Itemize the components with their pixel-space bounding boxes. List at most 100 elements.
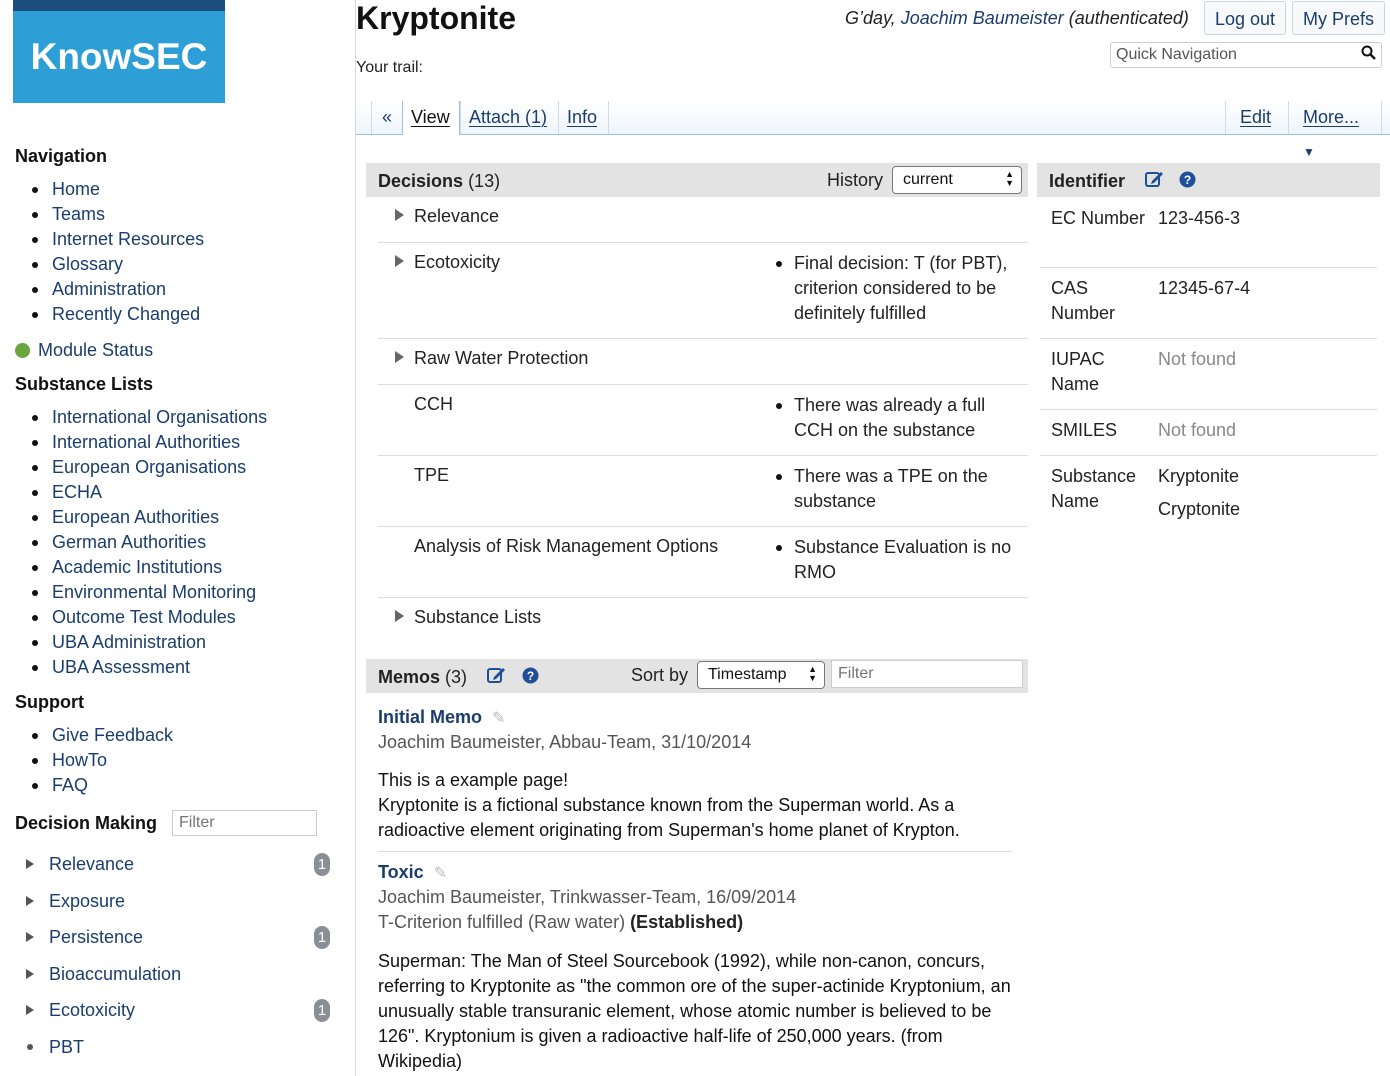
expand-triangle-icon[interactable] bbox=[395, 209, 404, 221]
substance-list-item[interactable]: International Organisations bbox=[32, 405, 267, 430]
decision-item-pbt[interactable]: PBT bbox=[24, 1029, 334, 1066]
tab-view[interactable]: View bbox=[402, 101, 460, 135]
decision-note: Substance Evaluation is no RMO bbox=[776, 535, 1024, 585]
select-arrows-icon: ▲ ▼ bbox=[808, 664, 817, 683]
decision-row[interactable]: Relevance bbox=[378, 197, 1028, 243]
knowsec-logo[interactable]: KnowSEC bbox=[13, 0, 225, 103]
decision-item-bioaccumulation[interactable]: Bioaccumulation bbox=[24, 956, 334, 993]
help-icon[interactable]: ? bbox=[522, 667, 539, 689]
decision-row: Analysis of Risk Management Options Subs… bbox=[378, 527, 1028, 598]
tab-edit[interactable]: Edit bbox=[1225, 101, 1288, 134]
decision-item-ecotoxicity[interactable]: Ecotoxicity 1 bbox=[24, 992, 334, 1029]
trail-label: Your trail: bbox=[356, 59, 423, 76]
support-item-give-feedback[interactable]: Give Feedback bbox=[32, 723, 173, 748]
expand-triangle-icon[interactable] bbox=[395, 610, 404, 622]
decision-label: CCH bbox=[414, 394, 453, 414]
memo-title-link[interactable]: Initial Memo ✎ bbox=[378, 707, 505, 728]
collapse-tab[interactable]: « bbox=[371, 101, 402, 134]
decision-label: Analysis of Risk Management Options bbox=[414, 536, 719, 556]
decision-label: TPE bbox=[414, 465, 450, 485]
quick-navigation-input[interactable]: Quick Navigation bbox=[1110, 42, 1382, 68]
identifier-key: EC Number bbox=[1051, 208, 1146, 228]
substance-list-item[interactable]: ECHA bbox=[32, 480, 267, 505]
module-status-link[interactable]: Module Status bbox=[15, 338, 153, 362]
substance-list-item[interactable]: Outcome Test Modules bbox=[32, 605, 267, 630]
tab-attach[interactable]: Attach (1) bbox=[460, 101, 558, 134]
memo-filter-input[interactable] bbox=[831, 660, 1023, 688]
decision-row[interactable]: Ecotoxicity Final decision: T (for PBT),… bbox=[378, 243, 1028, 339]
greeting-prefix: G’day, bbox=[845, 8, 901, 28]
edit-icon[interactable] bbox=[1145, 170, 1165, 193]
substance-list-item[interactable]: UBA Assessment bbox=[32, 655, 267, 680]
decision-row[interactable]: Substance Lists bbox=[378, 598, 1028, 644]
substance-list-item[interactable]: Environmental Monitoring bbox=[32, 580, 267, 605]
nav-item-glossary[interactable]: Glossary bbox=[32, 252, 204, 277]
tab-more[interactable]: More... ▼ bbox=[1288, 101, 1382, 159]
identifier-key: SMILES bbox=[1051, 420, 1118, 440]
substance-list-item[interactable]: Academic Institutions bbox=[32, 555, 267, 580]
nav-item-home[interactable]: Home bbox=[32, 177, 204, 202]
pencil-icon[interactable]: ✎ bbox=[434, 865, 447, 882]
edit-icon[interactable] bbox=[487, 666, 507, 689]
module-status-label: Module Status bbox=[38, 340, 154, 360]
svg-text:?: ? bbox=[1184, 173, 1191, 187]
substance-list-item[interactable]: UBA Administration bbox=[32, 630, 267, 655]
identifier-value: Not found bbox=[1158, 420, 1237, 440]
user-name-link[interactable]: Joachim Baumeister bbox=[901, 8, 1064, 28]
decision-label: Ecotoxicity bbox=[414, 252, 501, 272]
nav-item-internet-resources[interactable]: Internet Resources bbox=[32, 227, 204, 252]
sort-select[interactable]: Timestamp ▲ ▼ bbox=[697, 661, 825, 689]
identifier-key: CAS Number bbox=[1051, 278, 1116, 323]
decision-item-relevance[interactable]: Relevance 1 bbox=[24, 846, 334, 883]
tab-bar: « View Attach (1) Info Edit More... ▼ bbox=[356, 101, 1390, 159]
nav-item-recently-changed[interactable]: Recently Changed bbox=[32, 302, 204, 327]
auth-status: (authenticated) bbox=[1063, 8, 1189, 28]
identifier-row: CAS Number 12345-67-4 bbox=[1040, 268, 1377, 339]
identifier-value: 12345-67-4 bbox=[1158, 278, 1251, 298]
expand-triangle-icon[interactable] bbox=[26, 895, 34, 906]
search-icon[interactable] bbox=[1361, 45, 1376, 65]
pencil-icon[interactable]: ✎ bbox=[492, 710, 505, 727]
logout-button[interactable]: Log out bbox=[1204, 1, 1287, 35]
substance-list-item[interactable]: German Authorities bbox=[32, 530, 267, 555]
identifier-title: Identifier bbox=[1049, 171, 1126, 191]
support-list: Give Feedback HowTo FAQ bbox=[32, 723, 173, 798]
navigation-heading: Navigation bbox=[15, 146, 108, 166]
identifier-value-alt: Cryptonite bbox=[1158, 499, 1241, 519]
history-label: History bbox=[827, 170, 884, 190]
expand-triangle-icon[interactable] bbox=[26, 932, 34, 943]
substance-lists-list: International Organisations Internationa… bbox=[32, 405, 267, 680]
memo-title-text: Initial Memo bbox=[378, 707, 483, 727]
quick-navigation-placeholder: Quick Navigation bbox=[1116, 46, 1237, 63]
decision-row[interactable]: Raw Water Protection bbox=[378, 339, 1028, 385]
decision-making-filter-input[interactable] bbox=[172, 810, 317, 836]
decision-item-persistence[interactable]: Persistence 1 bbox=[24, 919, 334, 956]
substance-list-item[interactable]: European Organisations bbox=[32, 455, 267, 480]
memo-body: This is a example page! bbox=[378, 770, 569, 790]
tab-info[interactable]: Info bbox=[558, 101, 609, 134]
help-icon[interactable]: ? bbox=[1179, 171, 1196, 193]
bullet-icon bbox=[27, 1043, 33, 1050]
memo-divider bbox=[378, 851, 1013, 852]
substance-list-item[interactable]: International Authorities bbox=[32, 430, 267, 455]
expand-triangle-icon[interactable] bbox=[395, 351, 404, 363]
expand-triangle-icon[interactable] bbox=[395, 255, 404, 267]
count-badge: 1 bbox=[314, 926, 330, 950]
history-select[interactable]: current ▲ ▼ bbox=[892, 166, 1022, 194]
logo-label: KnowSEC bbox=[30, 36, 208, 77]
decision-label: Relevance bbox=[414, 206, 500, 226]
nav-item-administration[interactable]: Administration bbox=[32, 277, 204, 302]
expand-triangle-icon[interactable] bbox=[26, 1005, 34, 1016]
decision-item-exposure[interactable]: Exposure bbox=[24, 883, 334, 920]
expand-triangle-icon[interactable] bbox=[26, 968, 34, 979]
my-prefs-button[interactable]: My Prefs bbox=[1292, 1, 1386, 35]
memo-title-link[interactable]: Toxic ✎ bbox=[378, 862, 447, 883]
svg-text:?: ? bbox=[527, 669, 534, 683]
support-item-faq[interactable]: FAQ bbox=[32, 773, 173, 798]
expand-triangle-icon[interactable] bbox=[26, 859, 34, 869]
navigation-list: Home Teams Internet Resources Glossary A… bbox=[32, 177, 204, 327]
memos-header: Memos (3) ? Sort by Timestamp ▲ ▼ bbox=[366, 659, 1028, 693]
support-item-howto[interactable]: HowTo bbox=[32, 748, 173, 773]
substance-list-item[interactable]: European Authorities bbox=[32, 505, 267, 530]
nav-item-teams[interactable]: Teams bbox=[32, 202, 204, 227]
